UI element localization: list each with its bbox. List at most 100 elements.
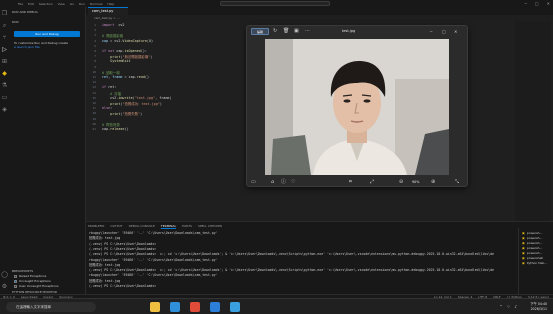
window-controls: ─ □ ✕: [524, 1, 550, 6]
volume-icon[interactable]: ♪: [514, 304, 517, 310]
tab-terminal[interactable]: TERMINAL: [160, 224, 177, 229]
terminal-instance[interactable]: ▣ powersh...: [522, 231, 542, 235]
testing-icon[interactable]: ⚗: [1, 82, 8, 89]
breakpoint-user-uncaught[interactable]: User Uncaught Exceptions: [14, 284, 59, 288]
menu-selection[interactable]: Selection: [39, 2, 53, 6]
code-line[interactable]: import cv2: [102, 23, 124, 27]
edit-image-button[interactable]: 編輯: [251, 28, 269, 35]
source-control-icon[interactable]: ⑂: [1, 34, 8, 41]
checkbox-icon[interactable]: [14, 274, 17, 278]
extensions-icon[interactable]: ⊞: [1, 58, 8, 65]
menu-view[interactable]: View: [58, 2, 65, 6]
menu-edit[interactable]: Edit: [28, 2, 34, 6]
run-and-debug-button[interactable]: Run and Debug: [14, 31, 80, 37]
maximize-viewer-button[interactable]: □: [442, 28, 446, 35]
photo-canvas[interactable]: [265, 39, 449, 175]
remote-icon[interactable]: ▭: [1, 94, 8, 101]
terminal-instance[interactable]: ▣ powersh...: [522, 246, 542, 250]
tab-ports[interactable]: PORTS: [182, 224, 192, 229]
terminal-instance[interactable]: ▣ powersh...: [522, 241, 542, 245]
tab-problems[interactable]: PROBLEMS: [88, 224, 104, 229]
line-number: 6: [94, 49, 96, 53]
code-line[interactable]: cap.release(): [102, 127, 129, 131]
more-icon[interactable]: ⋯: [305, 28, 310, 35]
tab-spell-checker[interactable]: SPELL CHECKER: [198, 224, 222, 229]
code-line[interactable]: if ret:: [102, 85, 116, 89]
chevron-up-icon[interactable]: ⌃: [499, 304, 502, 310]
system-tray: ⌃ ⌔ ♪: [499, 304, 517, 310]
delete-icon[interactable]: 🗑: [283, 28, 289, 35]
account-icon[interactable]: ◯: [1, 271, 8, 278]
code-line[interactable]: ret, frame = cap.read(): [102, 75, 149, 79]
network-icon[interactable]: ⌔: [507, 304, 511, 310]
checkbox-checked-icon[interactable]: [14, 279, 17, 283]
code-line[interactable]: cap = cv2.VideoCapture(0): [102, 39, 153, 43]
terminal-instance[interactable]: ▣ powersh...: [522, 236, 542, 240]
file-explorer-icon[interactable]: [150, 302, 160, 312]
code-line[interactable]: else:: [102, 106, 112, 110]
menu-terminal[interactable]: Terminal: [90, 2, 103, 6]
line-number: 3: [94, 33, 96, 38]
code-token: cv2: [114, 23, 125, 27]
rotate-icon[interactable]: ↻: [273, 28, 277, 35]
breakpoint-uncaught[interactable]: Uncaught Exceptions: [14, 279, 51, 283]
info-icon[interactable]: ⓘ: [281, 178, 286, 186]
chrome-icon[interactable]: [190, 302, 200, 312]
photos-icon[interactable]: [230, 302, 240, 312]
viewer-title: test.jpg: [342, 29, 356, 33]
settings-gear-icon[interactable]: ⚙: [1, 283, 8, 290]
terminal-instance[interactable]: ▣ Python Deb...: [522, 261, 547, 265]
minimize-button[interactable]: ─: [524, 1, 526, 6]
code-line[interactable]: SystemExit: [102, 59, 130, 63]
run-section-header[interactable]: RUN: [12, 20, 19, 24]
taskbar-clock[interactable]: 下午 04:40 2026/3/11: [530, 302, 547, 311]
crop-icon[interactable]: ⌗: [349, 178, 352, 186]
terminal-instance[interactable]: ▣ powersh...: [522, 251, 542, 255]
terminal-instance[interactable]: ▣ powershell: [522, 256, 543, 260]
fullscreen-icon[interactable]: ⤡: [455, 178, 459, 186]
vscode-icon[interactable]: [210, 302, 220, 312]
close-button[interactable]: ✕: [547, 1, 550, 6]
image-icon[interactable]: ▣: [294, 28, 299, 35]
tab-output[interactable]: OUTPUT: [110, 224, 122, 229]
explorer-icon[interactable]: ❐: [1, 10, 8, 17]
code-line[interactable]: cv2.imwrite("test.jpg", frame): [102, 96, 171, 100]
taskbar-search-placeholder: 在這裡輸入文字來搜尋: [16, 305, 51, 309]
tab-cam-test[interactable]: cam_test.py: [88, 7, 128, 15]
breakpoint-raised[interactable]: Raised Exceptions: [14, 274, 46, 278]
terminal-line: rbugpy\launcher' '59466' '--' 'C:\Users\…: [89, 231, 218, 235]
clock-date: 2026/3/11: [530, 306, 547, 311]
menu-run[interactable]: Run: [79, 2, 85, 6]
menu-go[interactable]: Go: [70, 2, 74, 6]
menu-file[interactable]: File: [18, 2, 23, 6]
line-number: 11: [92, 75, 96, 79]
python-icon[interactable]: ◆: [1, 70, 8, 77]
search-icon[interactable]: ⌕: [1, 22, 8, 29]
filmstrip-icon[interactable]: ▭: [251, 178, 256, 186]
command-center-search[interactable]: [220, 1, 330, 6]
launch-json-link[interactable]: a launch.json file.: [14, 45, 40, 49]
zoom-out-icon[interactable]: ⊖: [399, 178, 403, 186]
taskbar-search[interactable]: 在這裡輸入文字來搜尋: [6, 302, 96, 312]
run-debug-icon[interactable]: ▷: [1, 46, 8, 53]
menu-help[interactable]: Help: [107, 2, 114, 6]
close-viewer-button[interactable]: ✕: [454, 28, 457, 35]
terminal-line: (.venv) PS C:\Users\User\Downloads>: [89, 284, 157, 288]
heart-icon[interactable]: ♡: [291, 178, 295, 186]
expand-icon[interactable]: ⤢: [370, 178, 374, 186]
zoom-level[interactable]: 90%: [412, 179, 419, 185]
code-line[interactable]: if not cap.isOpened():: [102, 49, 147, 53]
edge-icon[interactable]: [170, 302, 180, 312]
tag-icon[interactable]: ⌂: [271, 178, 274, 186]
checkbox-icon[interactable]: [14, 284, 17, 288]
maximize-button[interactable]: □: [535, 1, 539, 6]
zoom-in-icon[interactable]: ⊕: [431, 178, 435, 186]
minimap[interactable]: [515, 21, 551, 221]
minimize-viewer-button[interactable]: ─: [430, 28, 432, 35]
tab-debug-console[interactable]: DEBUG CONSOLE: [129, 224, 155, 229]
docker-icon[interactable]: ◈: [1, 106, 8, 113]
breakpoints-header[interactable]: BREAKPOINTS: [12, 269, 33, 273]
code-line[interactable]: print("拍照失敗"): [102, 111, 142, 116]
terminal-label: powershell: [526, 256, 544, 260]
